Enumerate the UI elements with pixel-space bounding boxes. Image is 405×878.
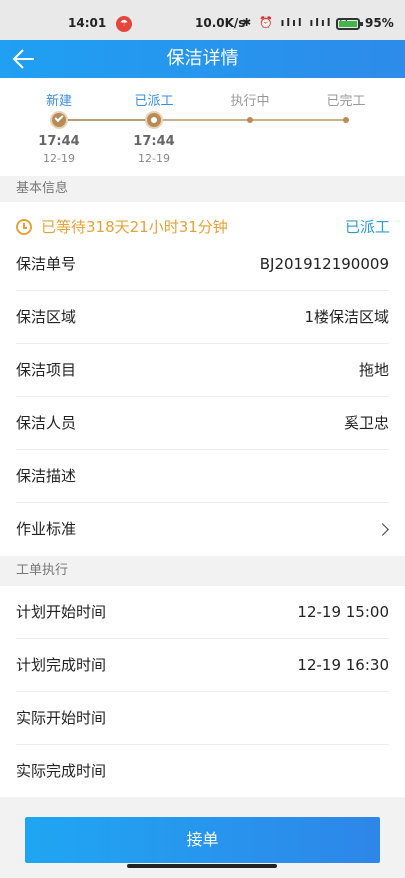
field-label: 作业标准: [16, 520, 77, 538]
field-actual-end: 实际完成时间: [0, 745, 405, 797]
system-icons: ✱ ⏰ ılıl ılıl ⌔: [242, 16, 351, 29]
chevron-right-icon: [376, 523, 389, 536]
field-item: 保洁项目 拖地: [0, 344, 405, 397]
clock-icon: [16, 219, 32, 235]
battery-icon: [336, 18, 363, 30]
notification-icon: ☂: [116, 16, 132, 32]
field-label: 计划完成时间: [16, 656, 107, 674]
field-value: 12-19 16:30: [297, 656, 389, 674]
battery-percent: 95%: [365, 16, 394, 30]
step-time: 17:44: [133, 134, 175, 149]
field-plan-end: 计划完成时间 12-19 16:30: [0, 639, 405, 692]
wait-duration: 已等待318天21小时31分钟: [41, 218, 228, 236]
field-value: 1楼保洁区域: [304, 308, 389, 326]
field-label: 实际完成时间: [16, 762, 107, 780]
field-staff: 保洁人员 奚卫忠: [0, 397, 405, 450]
field-label: 实际开始时间: [16, 709, 107, 727]
field-label: 保洁人员: [16, 414, 77, 432]
field-order-number: 保洁单号 BJ201912190009: [0, 238, 405, 291]
step-label-executing: 执行中: [230, 94, 270, 109]
step-check-icon: [50, 111, 68, 129]
status-time: 14:01: [68, 16, 107, 30]
step-current-icon: [145, 111, 163, 129]
field-label: 计划开始时间: [16, 603, 107, 621]
field-area: 保洁区域 1楼保洁区域: [0, 291, 405, 344]
field-value: 奚卫忠: [343, 414, 389, 432]
step-time: 17:44: [38, 134, 80, 149]
field-label: 保洁描述: [16, 467, 77, 485]
bottom-action-bar: 接单: [0, 797, 405, 878]
step-date: 12-19: [43, 152, 75, 165]
field-description: 保洁描述: [0, 450, 405, 503]
network-speed: 10.0K/s: [195, 16, 246, 30]
work-standard-row[interactable]: 作业标准: [0, 503, 405, 556]
page-title: 保洁详情: [166, 48, 239, 69]
step-pending-dot: [343, 117, 349, 123]
status-badge: 已派工: [344, 218, 390, 236]
field-actual-start: 实际开始时间: [0, 692, 405, 745]
step-pending-dot: [247, 117, 253, 123]
field-label: 保洁单号: [16, 255, 77, 273]
progress-steps: 新建 已派工 执行中 已完工 17:44 12-19 17:44 12-19: [0, 78, 405, 176]
step-label-dispatched: 已派工: [134, 94, 174, 109]
field-value: 拖地: [358, 361, 389, 379]
step-label-completed: 已完工: [326, 94, 366, 109]
step-date: 12-19: [138, 152, 170, 165]
accept-order-button[interactable]: 接单: [25, 817, 380, 863]
app-header: 保洁详情: [0, 40, 405, 78]
field-plan-start: 计划开始时间 12-19 15:00: [0, 586, 405, 639]
section-basic-info: 基本信息: [0, 176, 405, 202]
home-indicator[interactable]: [127, 864, 277, 868]
step-connector-done: [59, 119, 154, 121]
section-execution: 工单执行: [0, 556, 405, 586]
field-value: 12-19 15:00: [297, 603, 389, 621]
field-value: BJ201912190009: [259, 255, 389, 273]
status-bar: 14:01 ☂ 10.0K/s ✱ ⏰ ılıl ılıl ⌔ 95%: [0, 0, 405, 40]
field-label: 保洁项目: [16, 361, 77, 379]
step-label-new: 新建: [45, 94, 72, 109]
field-label: 保洁区域: [16, 308, 77, 326]
